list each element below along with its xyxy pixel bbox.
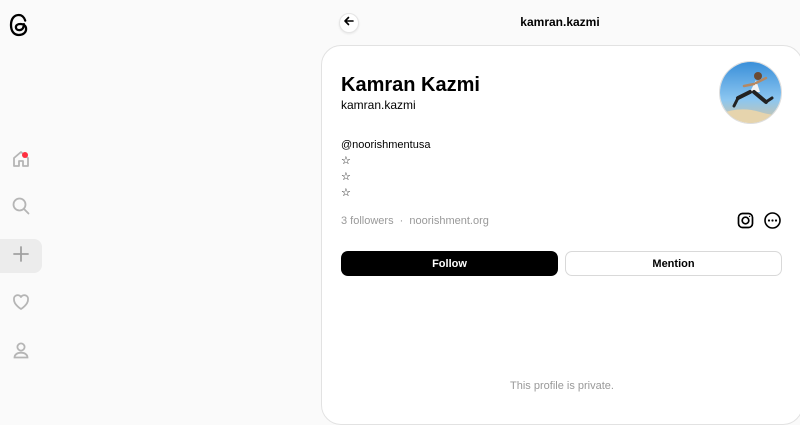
avatar[interactable] xyxy=(719,61,782,124)
follow-button[interactable]: Follow xyxy=(341,251,558,276)
profile-username: kamran.kazmi xyxy=(341,98,416,112)
bio-line: ☆ xyxy=(341,171,351,183)
back-button[interactable] xyxy=(339,13,359,33)
sidebar xyxy=(0,0,42,403)
person-icon xyxy=(11,340,31,365)
arrow-left-icon xyxy=(343,14,355,32)
profile-meta: 3 followers · noorishment.org xyxy=(341,215,489,227)
private-profile-notice: This profile is private. xyxy=(510,380,614,392)
nav-profile[interactable] xyxy=(0,335,42,369)
followers-count-link[interactable]: 3 followers xyxy=(341,215,394,227)
heart-icon xyxy=(11,292,31,317)
bio-mention-link[interactable]: @noorishmentusa xyxy=(341,137,430,153)
mention-button[interactable]: Mention xyxy=(565,251,782,276)
page-title: kamran.kazmi xyxy=(520,15,600,29)
profile-card: Kamran Kazmi kamran.kazmi @noorishmentus… xyxy=(321,45,800,425)
external-link[interactable]: noorishment.org xyxy=(409,215,489,227)
instagram-icon[interactable] xyxy=(737,212,754,229)
bio-line: ☆ xyxy=(341,155,351,167)
nav-create[interactable] xyxy=(0,239,42,273)
home-icon xyxy=(11,149,31,174)
threads-logo-icon[interactable] xyxy=(6,11,32,39)
profile-display-name: Kamran Kazmi xyxy=(341,74,480,96)
search-icon xyxy=(11,196,31,221)
meta-separator: · xyxy=(399,215,404,227)
notification-dot xyxy=(22,152,28,158)
more-options-icon[interactable] xyxy=(764,212,781,229)
plus-icon xyxy=(12,245,30,268)
nav-search[interactable] xyxy=(0,191,42,225)
profile-bio: @noorishmentusa ☆ ☆ ☆ xyxy=(341,137,430,201)
bio-line: ☆ xyxy=(341,187,351,199)
nav-activity[interactable] xyxy=(0,287,42,321)
nav-home[interactable] xyxy=(0,144,42,178)
